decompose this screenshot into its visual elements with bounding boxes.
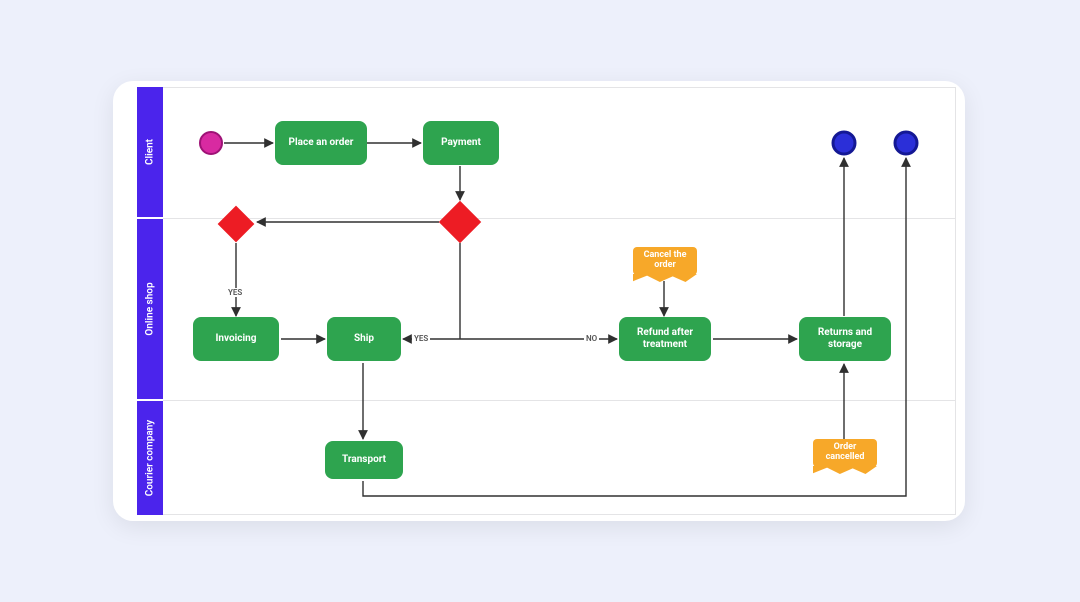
node-place-order: Place an order <box>275 121 367 165</box>
node-payment: Payment <box>423 121 499 165</box>
node-label: Ship <box>354 333 374 345</box>
lane-divider <box>163 218 955 219</box>
diagram-card: Client Online shop Courier company <box>113 81 965 521</box>
node-label: Invoicing <box>216 333 257 345</box>
node-label: Payment <box>441 137 481 149</box>
lane-divider <box>163 514 955 515</box>
lane-divider <box>163 400 955 401</box>
annotation-order-cancelled: Order cancelled <box>813 439 877 467</box>
edge-label-yes: YES <box>412 334 430 343</box>
node-ship: Ship <box>327 317 401 361</box>
lane-header-client: Client <box>137 87 163 217</box>
node-label: Refund after treatment <box>625 327 705 351</box>
edge-label-no: NO <box>584 334 599 343</box>
annotation-label: Order cancelled <box>817 443 873 463</box>
end-event-1 <box>833 132 855 154</box>
node-refund: Refund after treatment <box>619 317 711 361</box>
node-invoicing: Invoicing <box>193 317 279 361</box>
lane-label-client: Client <box>145 139 156 165</box>
node-label: Place an order <box>289 137 354 149</box>
lane-label-shop: Online shop <box>145 282 156 335</box>
gateway-right <box>439 201 481 243</box>
annotation-cancel-order: Cancel the order <box>633 247 697 275</box>
lane-header-shop: Online shop <box>137 219 163 399</box>
annotation-label: Cancel the order <box>637 251 693 271</box>
lane-divider <box>163 87 955 88</box>
node-returns: Returns and storage <box>799 317 891 361</box>
lane-header-courier: Courier company <box>137 401 163 515</box>
end-event-2 <box>895 132 917 154</box>
node-label: Transport <box>342 454 386 466</box>
edge-label-yes: YES <box>226 288 244 297</box>
node-label: Returns and storage <box>805 327 885 351</box>
start-event <box>200 132 222 154</box>
node-transport: Transport <box>325 441 403 479</box>
lane-right-edge <box>955 87 956 515</box>
lane-label-courier: Courier company <box>145 420 156 497</box>
gateway-left <box>218 206 255 243</box>
